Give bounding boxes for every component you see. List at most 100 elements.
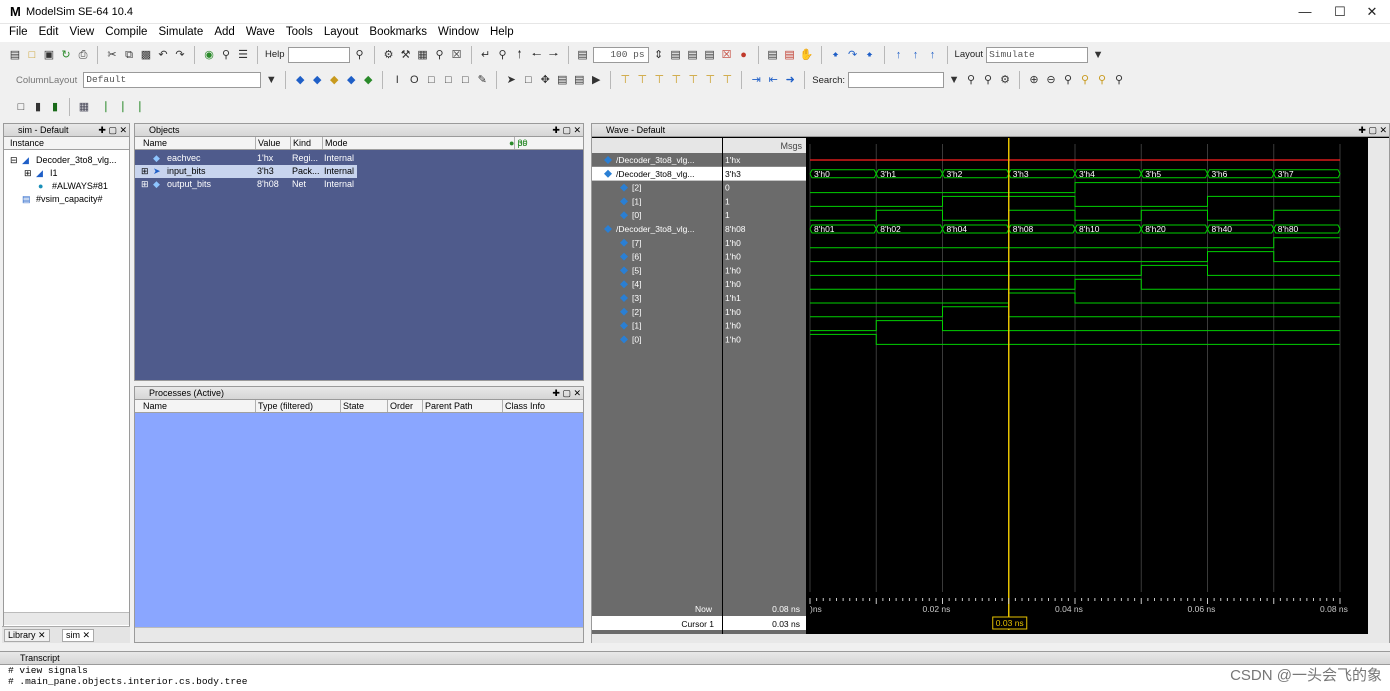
instance-column-header[interactable]: Instance [4,137,44,149]
menu-compile[interactable]: Compile [101,24,151,41]
filter-inout-icon[interactable]: □ [424,73,438,87]
add-wave5-icon[interactable]: ◆ [361,73,375,87]
up-arrow-icon[interactable]: 🠑 [513,48,527,62]
close-window-button[interactable]: ✕ [1355,3,1389,21]
class-info-column-header[interactable]: Class Info [502,400,545,412]
object-row-selected[interactable]: ⊞ ➤ input_bits 3'h3 Pack... Internal [135,165,357,178]
tree-row[interactable]: ⊟ ◢ Decoder_3to8_vlg... [10,154,128,167]
menu-window[interactable]: Window [434,24,483,41]
expand-tree3-icon[interactable]: ↑ [926,48,940,62]
layout-mode2-icon[interactable]: ▮ [31,100,45,114]
undo-icon[interactable]: ↶ [156,48,170,62]
find-icon[interactable]: ⚲ [219,48,233,62]
filter-settings-icon[interactable]: ✎ [475,73,489,87]
order-column-header[interactable]: Order [387,400,413,412]
type-column-header[interactable]: Type (filtered) [255,400,313,412]
menu-tools[interactable]: Tools [282,24,317,41]
expand-icon[interactable]: ⊞ [24,167,32,180]
edit-cursor-icon[interactable]: ▤ [572,73,586,87]
collapse-icon[interactable]: ⊟ [10,154,18,167]
memory-icon[interactable]: ▦ [416,48,430,62]
zoom-last-icon[interactable]: ⚲ [1112,73,1126,87]
paste-icon[interactable]: ▩ [139,48,153,62]
run-icon[interactable]: ▤ [669,48,683,62]
tree-row[interactable]: ● #ALWAYS#81 [38,180,128,193]
wave-search-input[interactable] [848,72,945,88]
processes-horizontal-scrollbar[interactable] [135,627,583,642]
copy-icon[interactable]: ⧉ [122,48,136,62]
add-wave4-icon[interactable]: ◆ [344,73,358,87]
menu-wave[interactable]: Wave [242,24,279,41]
tree-row[interactable]: ▤ #vsim_capacity# [22,193,128,206]
search-prev-icon[interactable]: ⚲ [964,73,978,87]
expand-icon[interactable]: ⊞ [141,165,149,178]
simulate-icon[interactable]: ⚙ [382,48,396,62]
bus-options-icon[interactable]: ➜ [783,73,797,87]
zoom-out-icon[interactable]: ⊖ [1044,73,1058,87]
run-all-icon[interactable]: ▤ [703,48,717,62]
menu-add[interactable]: Add [210,24,238,41]
collapse-bus-icon[interactable]: ⇤ [766,73,780,87]
edge-prev-icon[interactable]: ⊤ [618,73,632,87]
edge-rise-icon[interactable]: ⊤ [652,73,666,87]
move-icon[interactable]: ✥ [538,73,552,87]
grid-mode-icon[interactable]: ▦ [77,100,91,114]
step-into-icon[interactable]: ↵ [479,48,493,62]
step-out-icon[interactable]: ✋ [800,48,814,62]
step-icon[interactable]: ▤ [766,48,780,62]
edge-search2-icon[interactable]: ⊤ [720,73,734,87]
open-folder-icon[interactable]: □ [25,48,39,62]
break-sim-icon[interactable]: ☒ [720,48,734,62]
continue-icon[interactable]: ▤ [686,48,700,62]
layout-mode1-icon[interactable]: □ [14,100,28,114]
tree-row[interactable]: ⊞ ◢ I1 [24,167,124,180]
search-options-icon[interactable]: ⚙ [998,73,1012,87]
maximize-button[interactable]: ☐ [1320,3,1360,21]
tab-sim[interactable]: sim ✕ [62,629,95,642]
zoom-mode-icon[interactable]: ⚲ [496,48,510,62]
cut-icon[interactable]: ✂ [105,48,119,62]
menu-bookmarks[interactable]: Bookmarks [365,24,431,41]
expand-bus-icon[interactable]: ⇥ [749,73,763,87]
insert-cursor-icon[interactable]: ▤ [555,73,569,87]
edge-next-icon[interactable]: ⊤ [635,73,649,87]
search-next-icon[interactable]: ⚲ [981,73,995,87]
filter-out-icon[interactable]: O [407,73,421,87]
hierarchy-icon[interactable]: ☰ [236,48,250,62]
stop-sim-icon[interactable]: ☒ [450,48,464,62]
search-dropdown-icon[interactable]: ▼ [947,73,961,87]
layout-dropdown-icon[interactable]: ▼ [1091,48,1105,62]
menu-layout[interactable]: Layout [320,24,363,41]
save-icon[interactable]: ▣ [42,48,56,62]
redo-icon[interactable]: ↷ [173,48,187,62]
filter-all-icon[interactable]: □ [458,73,472,87]
play-cursor-icon[interactable]: ▶ [589,73,603,87]
help-search-icon[interactable]: ⚲ [353,48,367,62]
parent-path-column-header[interactable]: Parent Path [422,400,473,412]
menu-view[interactable]: View [65,24,98,41]
menu-simulate[interactable]: Simulate [155,24,208,41]
arrow-loop-blue-icon[interactable]: ↷ [846,48,860,62]
sim-horizontal-scrollbar[interactable] [4,612,129,625]
name-column-header[interactable]: Name [135,137,167,149]
break-icon[interactable]: ⚒ [399,48,413,62]
state-column-header[interactable]: State [340,400,364,412]
expand-tree2-icon[interactable]: ↑ [909,48,923,62]
minimize-button[interactable]: — [1285,3,1325,21]
column-layout-select[interactable]: Default [83,72,262,88]
filter-in-icon[interactable]: I [390,73,404,87]
step-over-icon[interactable]: ▤ [783,48,797,62]
pane-controls-icon[interactable]: ✚ ▢ ✕ [98,124,127,136]
object-row[interactable]: ⊞ ◆ output_bits 8'h08 Net Internal [135,178,355,191]
zoom-box-icon[interactable]: □ [521,73,535,87]
transcript-text[interactable]: # view signals # .main_pane.objects.inte… [0,665,1390,687]
arrow-up2-blue-icon[interactable]: 🠹 [863,48,877,62]
edge-search-icon[interactable]: ⊤ [703,73,717,87]
zoom-range-icon[interactable]: ⚲ [1095,73,1109,87]
stop-icon[interactable]: ● [737,48,751,62]
kind-column-header[interactable]: Kind [290,137,311,149]
zoom-full-icon[interactable]: ⚲ [1061,73,1075,87]
compile-icon[interactable]: ◉ [202,48,216,62]
filter-internal-icon[interactable]: □ [441,73,455,87]
arrow-up-blue-icon[interactable]: 🠹 [829,48,843,62]
